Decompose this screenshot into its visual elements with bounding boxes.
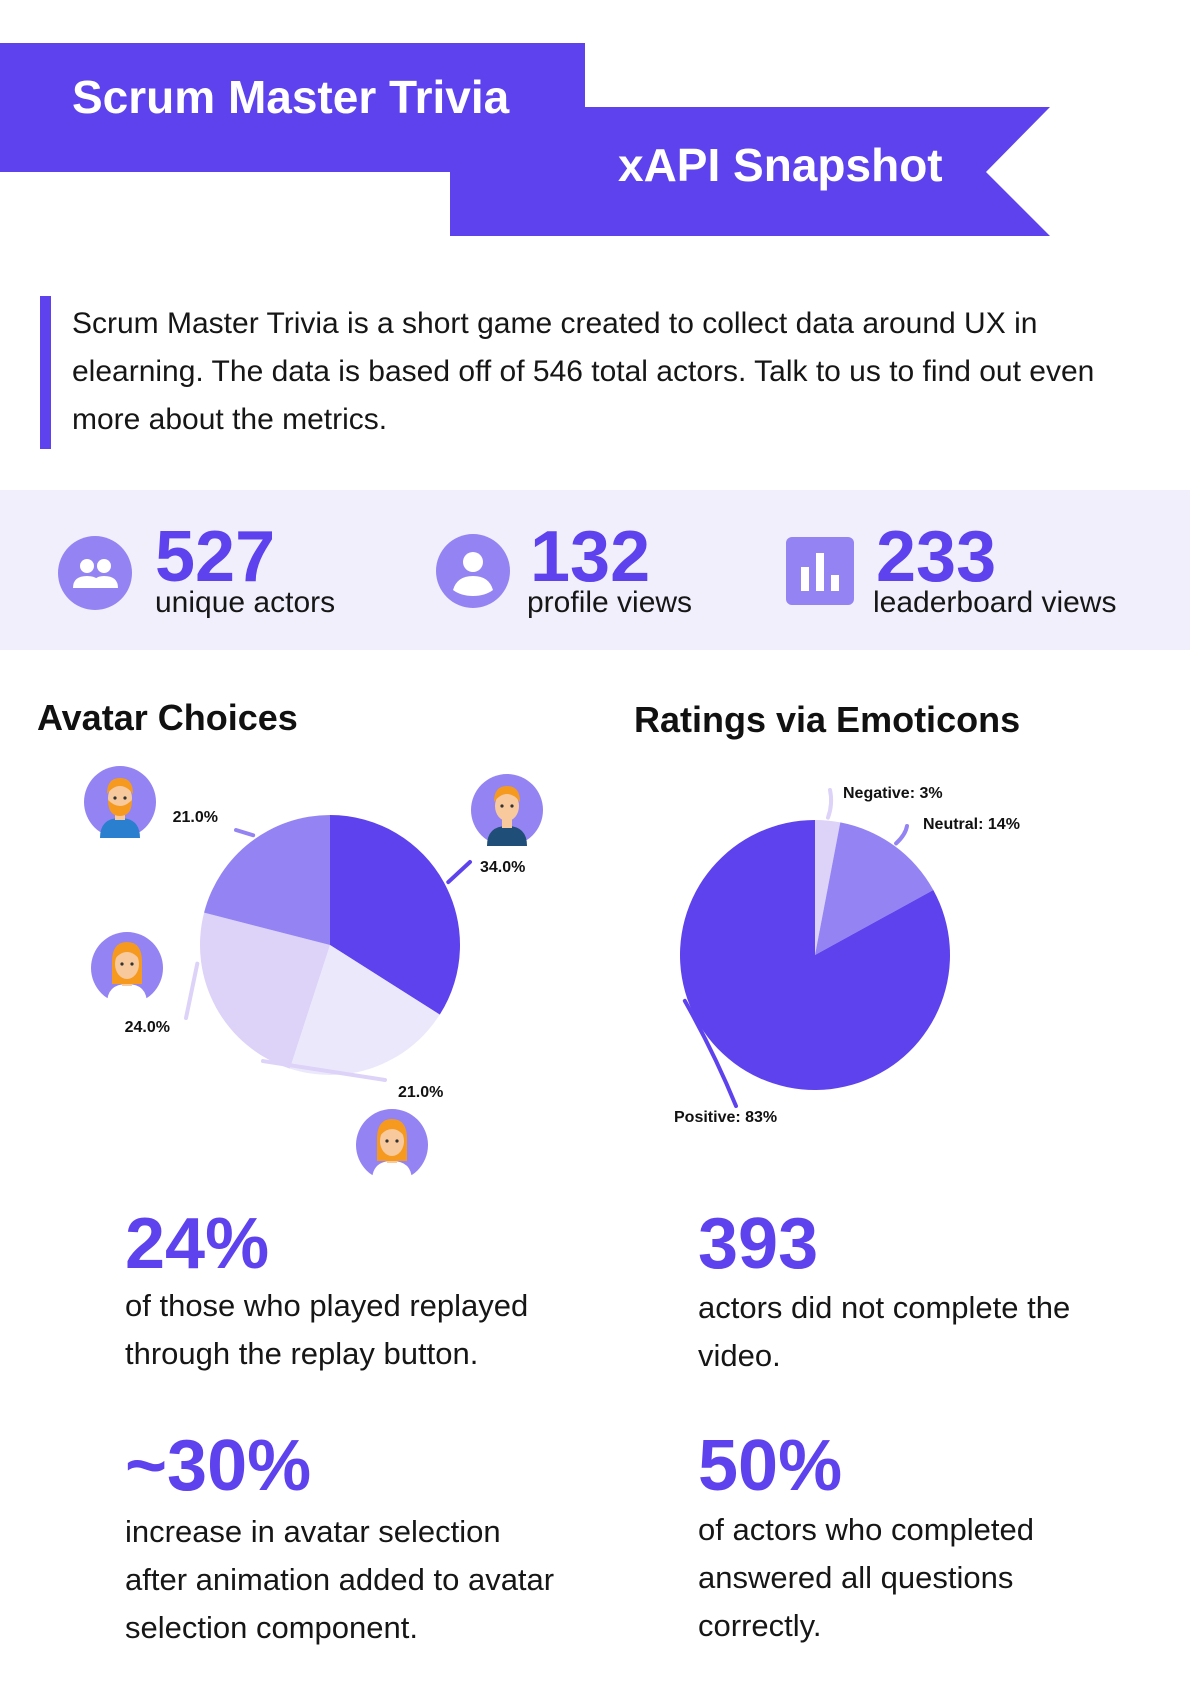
avatar-slice-label: 21.0% — [173, 809, 218, 826]
stat-label-leaderboard-views: leaderboard views — [873, 586, 1117, 619]
page-title: Scrum Master Trivia — [72, 71, 510, 123]
avatar-slice-label: 24.0% — [125, 1019, 170, 1036]
fact-text-avatar-increase: increase in avatar selection after anima… — [125, 1514, 555, 1645]
ratings-pie-chart: Negative: 3% Neutral: 14% Positive: 83% — [674, 785, 1020, 1126]
bearded-man-avatar-icon — [84, 766, 156, 838]
group-icon — [58, 536, 132, 610]
boy-avatar-icon — [471, 774, 543, 846]
stat-value-profile-views: 132 — [530, 517, 651, 597]
stat-value-unique-actors: 527 — [155, 517, 276, 597]
intro-accent-bar — [40, 296, 51, 449]
avatar-choices-pie-chart: 34.0% 21.0% 24.0% 21.0% — [84, 766, 543, 1180]
fact-value-replay: 24% — [125, 1204, 270, 1284]
fact-value-avatar-increase: ~30% — [125, 1426, 312, 1506]
fact-text-correct-answers: of actors who completed answered all que… — [698, 1512, 1035, 1643]
girl-ponytail-avatar-icon — [91, 932, 163, 1004]
avatar-choices-title: Avatar Choices — [37, 697, 298, 738]
avatar-slice-label: 34.0% — [480, 859, 525, 876]
ratings-leader-line — [825, 788, 834, 820]
stat-label-profile-views: profile views — [527, 586, 693, 619]
ratings-slice-label: Negative: 3% — [843, 785, 943, 802]
fact-text-replay: of those who played replayed through the… — [125, 1288, 529, 1371]
intro-paragraph: Scrum Master Trivia is a short game crea… — [72, 307, 1095, 436]
ratings-slice-label: Neutral: 14% — [923, 816, 1020, 833]
avatar-slice-label: 21.0% — [398, 1084, 443, 1101]
avatar-leader-line — [234, 828, 256, 838]
stat-label-unique-actors: unique actors — [155, 586, 336, 619]
person-icon — [436, 534, 510, 608]
fact-value-correct-answers: 50% — [698, 1426, 843, 1506]
ratings-slice-label: Positive: 83% — [674, 1109, 777, 1126]
bar-chart-icon — [786, 537, 854, 605]
girl-long-hair-avatar-icon — [356, 1109, 428, 1180]
avatar-leader-line — [184, 961, 200, 1020]
stat-value-leaderboard-views: 233 — [876, 517, 997, 597]
fact-value-incomplete-video: 393 — [698, 1204, 819, 1284]
ratings-title: Ratings via Emoticons — [634, 699, 1021, 740]
ratings-leader-line — [894, 824, 909, 846]
avatar-leader-line — [446, 860, 472, 885]
header-ribbon — [0, 43, 1050, 236]
page-subtitle: xAPI Snapshot — [618, 139, 943, 191]
fact-text-incomplete-video: actors did not complete the video. — [698, 1290, 1071, 1373]
